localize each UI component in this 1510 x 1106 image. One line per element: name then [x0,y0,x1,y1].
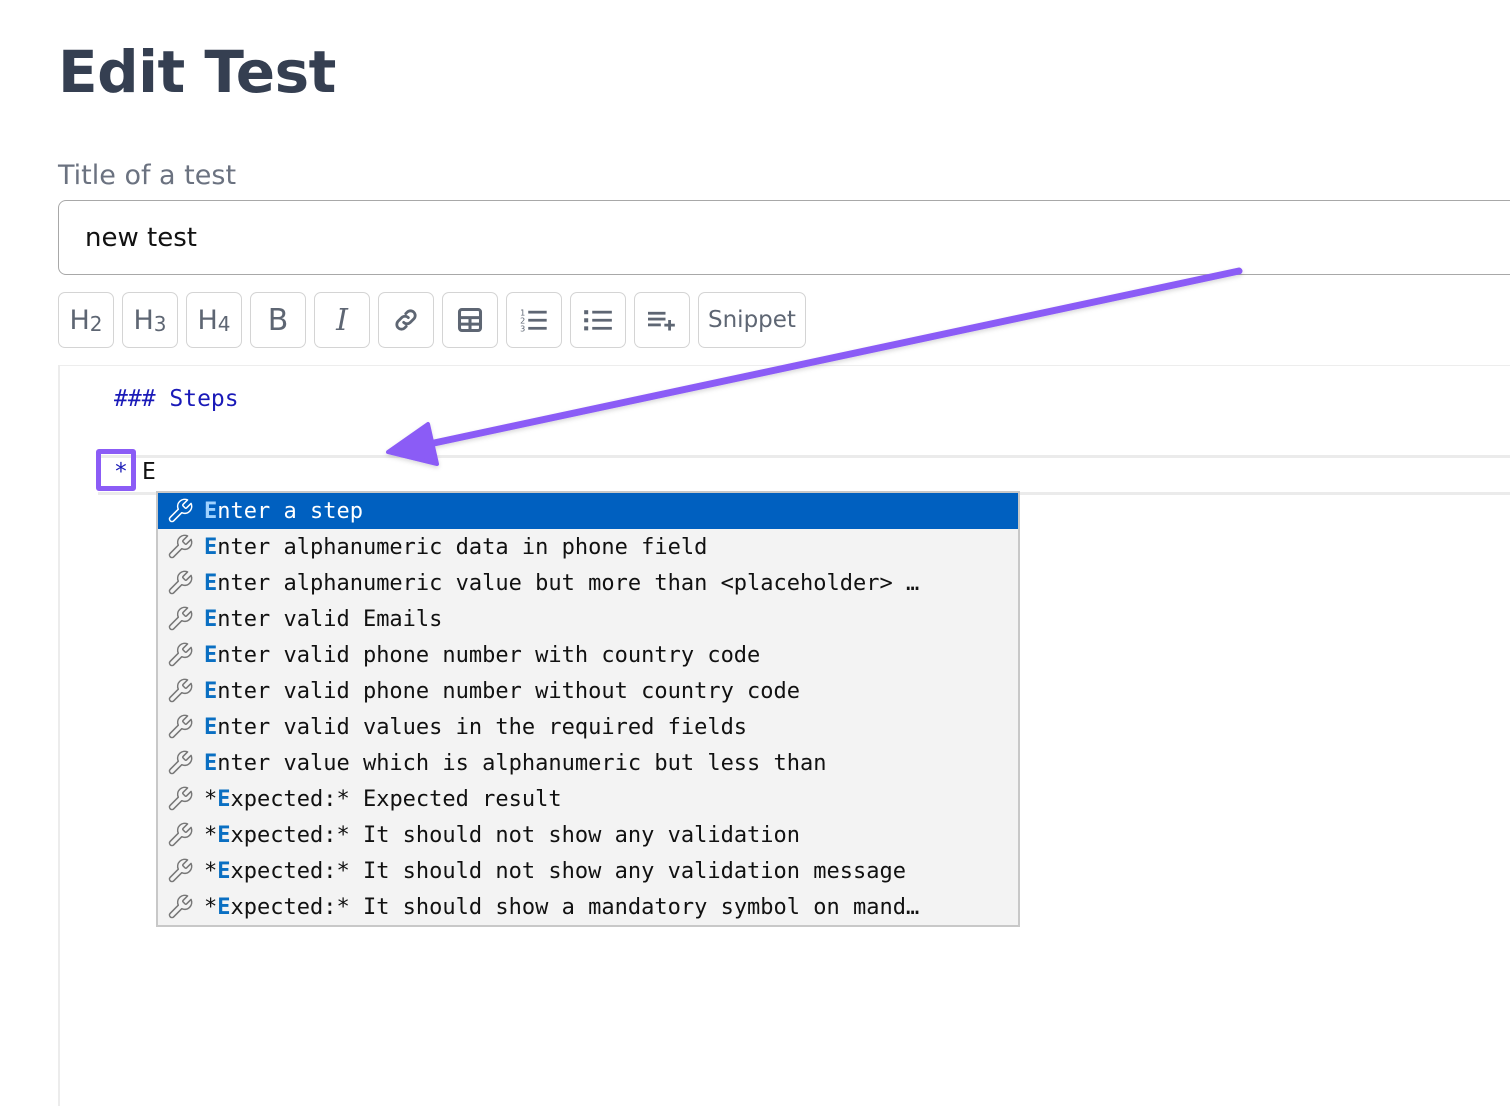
link-button[interactable] [378,292,434,348]
bold-button[interactable]: B [250,292,306,348]
item-match-highlight: E [204,678,218,704]
item-rest: nter valid phone number with country cod… [217,642,761,668]
wrench-icon [164,676,196,706]
autocomplete-item-label: Enter valid phone number with country co… [204,643,760,668]
link-icon [395,309,417,331]
autocomplete-item-label: *Expected:* It should not show any valid… [204,823,800,848]
item-rest: nter value which is alphanumeric but les… [217,750,827,776]
item-prefix: * [204,858,218,884]
wrench-icon [164,532,196,562]
item-match-highlight: E [204,606,218,632]
heading-3-icon: H3 [133,304,167,336]
heading-2-icon: H2 [69,304,103,336]
annotation-highlight-box [96,449,136,491]
editor-line-heading[interactable]: ### Steps [114,386,239,412]
editor-toolbar: H2 H3 H4 B I 1 2 3 Snippet [58,292,806,348]
snippet-button[interactable]: Snippet [698,292,806,348]
item-match-highlight: E [204,714,218,740]
heading-3-button[interactable]: H3 [122,292,178,348]
editor-typed-text[interactable]: E [142,459,156,485]
insert-step-button[interactable] [634,292,690,348]
wrench-icon [164,496,196,526]
ordered-list-icon: 1 2 3 [520,308,547,334]
item-match-highlight: E [217,786,231,812]
autocomplete-item[interactable]: *Expected:* It should not show any valid… [158,853,1018,889]
autocomplete-item-label: *Expected:* It should not show any valid… [204,859,906,884]
autocomplete-item-label: Enter alphanumeric data in phone field [204,535,707,560]
item-match-highlight: E [204,642,218,668]
title-input[interactable] [58,200,1510,275]
ordered-list-button[interactable]: 1 2 3 [506,292,562,348]
autocomplete-item[interactable]: *Expected:* It should not show any valid… [158,817,1018,853]
autocomplete-item[interactable]: Enter valid values in the required field… [158,709,1018,745]
autocomplete-item-label: *Expected:* Expected result [204,787,562,812]
italic-icon: I [336,302,348,338]
autocomplete-item[interactable]: Enter alphanumeric value but more than <… [158,565,1018,601]
autocomplete-item-label: *Expected:* It should show a mandatory s… [204,895,919,920]
wrench-icon [164,568,196,598]
item-rest: nter valid phone number without country … [217,678,801,704]
table-icon [457,307,483,333]
page-title: Edit Test [58,38,336,106]
item-rest: xpected:* It should not show any validat… [230,858,907,884]
autocomplete-item[interactable]: Enter valid phone number without country… [158,673,1018,709]
title-field-label: Title of a test [58,160,237,191]
item-match-highlight: E [217,822,231,848]
autocomplete-item-label: Enter value which is alphanumeric but le… [204,751,827,776]
autocomplete-item-label: Enter alphanumeric value but more than <… [204,571,919,596]
unordered-list-button[interactable] [570,292,626,348]
item-prefix: * [204,786,218,812]
autocomplete-item[interactable]: Enter valid phone number with country co… [158,637,1018,673]
wrench-icon [164,892,196,922]
item-match-highlight: E [204,750,218,776]
item-rest: xpected:* It should not show any validat… [230,822,801,848]
heading-4-icon: H4 [197,304,231,336]
table-button[interactable] [442,292,498,348]
autocomplete-item[interactable]: Enter a step [158,493,1018,529]
item-rest: nter valid Emails [217,606,443,632]
bold-icon: B [267,302,289,338]
item-match-highlight: E [204,570,218,596]
item-rest: nter a step [217,498,363,524]
active-line-highlight [98,455,1510,495]
item-match-highlight: E [204,498,218,524]
item-prefix: * [204,894,218,920]
unordered-list-icon [584,310,612,331]
item-rest: xpected:* Expected result [230,786,562,812]
item-prefix: * [204,822,218,848]
wrench-icon [164,748,196,778]
italic-button[interactable]: I [314,292,370,348]
wrench-icon [164,820,196,850]
svg-text:3: 3 [520,325,525,334]
list-add-icon [648,311,675,331]
autocomplete-item[interactable]: Enter alphanumeric data in phone field [158,529,1018,565]
heading-4-button[interactable]: H4 [186,292,242,348]
autocomplete-item-label: Enter valid Emails [204,607,442,632]
heading-2-button[interactable]: H2 [58,292,114,348]
autocomplete-item[interactable]: Enter value which is alphanumeric but le… [158,745,1018,781]
wrench-icon [164,712,196,742]
item-match-highlight: E [217,858,231,884]
autocomplete-item-label: Enter valid phone number without country… [204,679,800,704]
item-match-highlight: E [204,534,218,560]
wrench-icon [164,640,196,670]
wrench-icon [164,604,196,634]
wrench-icon [164,784,196,814]
item-match-highlight: E [217,894,231,920]
autocomplete-item-label: Enter a step [204,499,363,524]
item-rest: nter alphanumeric data in phone field [217,534,708,560]
autocomplete-item[interactable]: *Expected:* Expected result [158,781,1018,817]
wrench-icon [164,856,196,886]
autocomplete-list: Enter a step Enter alphanumeric data in p… [156,491,1020,927]
autocomplete-item[interactable]: Enter valid Emails [158,601,1018,637]
item-rest: xpected:* It should show a mandatory sym… [230,894,920,920]
autocomplete-item-label: Enter valid values in the required field… [204,715,747,740]
item-rest: nter alphanumeric value but more than <p… [217,570,920,596]
item-rest: nter valid values in the required fields [217,714,748,740]
autocomplete-item[interactable]: *Expected:* It should show a mandatory s… [158,889,1018,925]
